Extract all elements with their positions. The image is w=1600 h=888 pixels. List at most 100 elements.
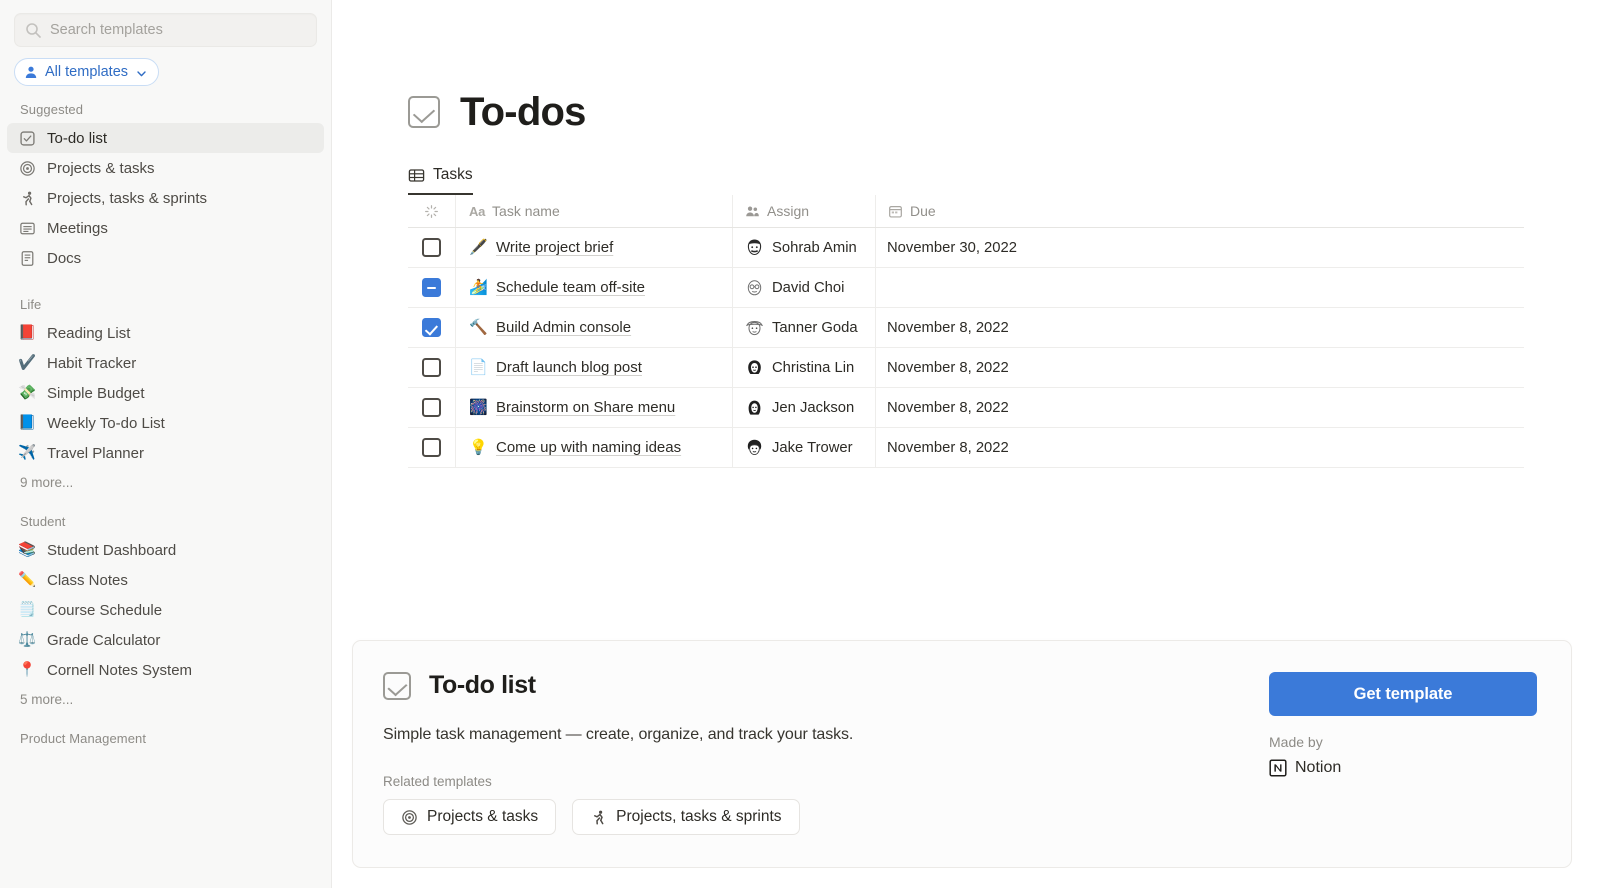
all-templates-filter-button[interactable]: All templates <box>14 58 160 86</box>
sidebar-item-projects-tasks[interactable]: Projects & tasks <box>7 153 324 183</box>
table-row[interactable]: 🖋️ Write project brief Sohrab Amin Novem… <box>408 228 1524 268</box>
runner-icon <box>590 809 607 826</box>
table-row[interactable]: 🎆 Brainstorm on Share menu Jen Jackson N… <box>408 388 1524 428</box>
search-input[interactable] <box>50 22 306 38</box>
row-task-name-cell[interactable]: 🖋️ Write project brief <box>456 228 733 267</box>
sidebar-item-habit-tracker[interactable]: ✔️ Habit Tracker <box>7 348 324 378</box>
related-templates-label: Related templates <box>383 774 492 789</box>
row-due-cell[interactable]: November 8, 2022 <box>876 388 1524 427</box>
sidebar-item-travel-planner[interactable]: ✈️ Travel Planner <box>7 438 324 468</box>
table-row[interactable]: 💡 Come up with naming ideas Jake Trower … <box>408 428 1524 468</box>
task-checkbox[interactable] <box>422 318 441 337</box>
avatar <box>744 357 765 378</box>
task-name-link[interactable]: Schedule team off-site <box>496 279 645 296</box>
sidebar-item-to-do-list[interactable]: To-do list <box>7 123 324 153</box>
table-icon <box>408 167 425 184</box>
sidebar-item-simple-budget[interactable]: 💸 Simple Budget <box>7 378 324 408</box>
row-task-name-cell[interactable]: 🔨 Build Admin console <box>456 308 733 347</box>
row-assign-cell[interactable]: Jen Jackson <box>733 388 876 427</box>
row-assign-cell[interactable]: Sohrab Amin <box>733 228 876 267</box>
task-checkbox[interactable] <box>422 238 441 257</box>
row-due-cell[interactable] <box>876 268 1524 307</box>
row-task-name-cell[interactable]: 💡 Come up with naming ideas <box>456 428 733 467</box>
task-checkbox[interactable] <box>422 398 441 417</box>
assignee-name: Christina Lin <box>772 359 855 376</box>
closed-book-icon: 📕 <box>17 324 37 341</box>
row-checkbox-cell[interactable] <box>408 228 456 267</box>
row-assign-cell[interactable]: Tanner Goda <box>733 308 876 347</box>
life-more-link[interactable]: 9 more... <box>0 468 331 490</box>
table-header-task-name[interactable]: Aa Task name <box>456 195 733 227</box>
assignee-name: Tanner Goda <box>772 319 858 336</box>
table-header-checkbox[interactable] <box>408 195 456 227</box>
table-row[interactable]: 📄 Draft launch blog post Christina Lin N… <box>408 348 1524 388</box>
search-box[interactable] <box>14 13 317 47</box>
row-task-name-cell[interactable]: 🏄 Schedule team off-site <box>456 268 733 307</box>
template-sidebar: All templates Suggested To-do lis <box>0 0 332 888</box>
fountain-pen-icon: 🖋️ <box>469 239 488 256</box>
row-due-cell[interactable]: November 30, 2022 <box>876 228 1524 267</box>
table-header-due[interactable]: Due <box>876 195 1524 227</box>
task-name-link[interactable]: Brainstorm on Share menu <box>496 399 675 416</box>
assignee-name: Sohrab Amin <box>772 239 857 256</box>
row-task-name-cell[interactable]: 🎆 Brainstorm on Share menu <box>456 388 733 427</box>
task-name-link[interactable]: Come up with naming ideas <box>496 439 681 456</box>
get-template-button[interactable]: Get template <box>1269 672 1537 716</box>
row-checkbox-cell[interactable] <box>408 348 456 387</box>
row-due-cell[interactable]: November 8, 2022 <box>876 308 1524 347</box>
table-row[interactable]: 🏄 Schedule team off-site David Choi <box>408 268 1524 308</box>
assignee-name: Jen Jackson <box>772 399 855 416</box>
related-template-projects-tasks-sprints[interactable]: Projects, tasks & sprints <box>572 799 800 835</box>
task-checkbox[interactable] <box>422 278 441 297</box>
task-name-link[interactable]: Draft launch blog post <box>496 359 642 376</box>
row-assign-cell[interactable]: David Choi <box>733 268 876 307</box>
row-assign-cell[interactable]: Christina Lin <box>733 348 876 387</box>
sidebar-item-projects-tasks-sprints[interactable]: Projects, tasks & sprints <box>7 183 324 213</box>
template-title-row: To-do list <box>383 671 1269 700</box>
sidebar-item-class-notes[interactable]: ✏️ Class Notes <box>7 565 324 595</box>
row-due-cell[interactable]: November 8, 2022 <box>876 428 1524 467</box>
sidebar-item-label: Docs <box>47 249 82 267</box>
fireworks-icon: 🎆 <box>469 399 488 416</box>
sidebar-item-weekly-to-do-list[interactable]: 📘 Weekly To-do List <box>7 408 324 438</box>
table-header-row: Aa Task name Assign Due <box>408 195 1524 228</box>
sidebar-item-grade-calculator[interactable]: ⚖️ Grade Calculator <box>7 625 324 655</box>
sidebar-item-student-dashboard[interactable]: 📚 Student Dashboard <box>7 535 324 565</box>
task-checkbox[interactable] <box>422 358 441 377</box>
task-name-link[interactable]: Build Admin console <box>496 319 631 336</box>
sidebar-item-reading-list[interactable]: 📕 Reading List <box>7 318 324 348</box>
template-detail-left: To-do list Simple task management — crea… <box>383 671 1269 867</box>
books-icon: 📚 <box>17 541 37 558</box>
table-row[interactable]: 🔨 Build Admin console Tanner Goda Novemb… <box>408 308 1524 348</box>
blue-book-icon: 📘 <box>17 414 37 431</box>
sidebar-item-docs[interactable]: Docs <box>7 243 324 273</box>
sidebar-item-course-schedule[interactable]: 🗒️ Course Schedule <box>7 595 324 625</box>
task-name-link[interactable]: Write project brief <box>496 239 613 256</box>
task-checkbox[interactable] <box>422 438 441 457</box>
row-checkbox-cell[interactable] <box>408 308 456 347</box>
sidebar-item-meetings[interactable]: Meetings <box>7 213 324 243</box>
row-checkbox-cell[interactable] <box>408 428 456 467</box>
student-more-link[interactable]: 5 more... <box>0 685 331 707</box>
runner-icon <box>18 189 36 207</box>
target-icon <box>18 159 36 177</box>
row-checkbox-cell[interactable] <box>408 268 456 307</box>
table-header-assign[interactable]: Assign <box>733 195 876 227</box>
row-due-cell[interactable]: November 8, 2022 <box>876 348 1524 387</box>
balance-scale-icon: ⚖️ <box>17 631 37 648</box>
chevron-down-icon <box>136 67 147 78</box>
tab-tasks[interactable]: Tasks <box>408 166 473 195</box>
row-checkbox-cell[interactable] <box>408 388 456 427</box>
sidebar-item-label: Travel Planner <box>47 444 144 462</box>
row-assign-cell[interactable]: Jake Trower <box>733 428 876 467</box>
notion-logo-icon <box>1269 759 1287 777</box>
related-template-projects-tasks[interactable]: Projects & tasks <box>383 799 557 835</box>
row-task-name-cell[interactable]: 📄 Draft launch blog post <box>456 348 733 387</box>
assignee-name: Jake Trower <box>772 439 853 456</box>
group-label-suggested: Suggested <box>20 102 84 117</box>
sidebar-nav[interactable]: Suggested To-do list Projects & tasks Pr… <box>0 86 331 746</box>
search-icon <box>25 22 42 39</box>
document-icon <box>18 249 36 267</box>
sidebar-item-cornell-notes-system[interactable]: 📍 Cornell Notes System <box>7 655 324 685</box>
calendar-icon <box>887 203 903 219</box>
